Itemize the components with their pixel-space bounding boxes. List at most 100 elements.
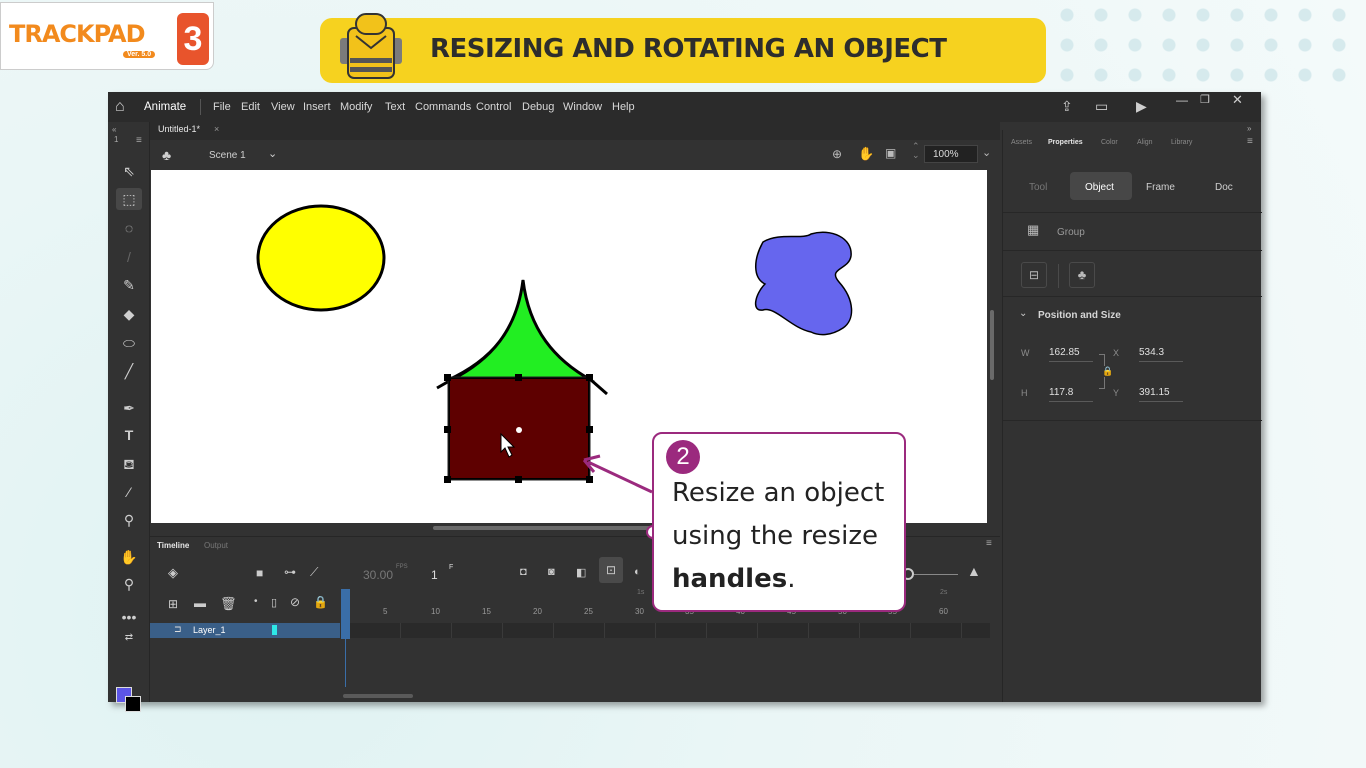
share-icon[interactable]: ⇪ (1061, 98, 1073, 115)
subtab-frame[interactable]: Frame (1146, 182, 1175, 193)
subtab-doc[interactable]: Doc (1215, 182, 1233, 193)
menu-text[interactable]: Text (385, 101, 405, 113)
subtab-object[interactable]: Object (1085, 182, 1114, 193)
fill-color-swatch[interactable] (125, 696, 141, 712)
outline-icon[interactable]: ▯ (271, 596, 277, 609)
convert-to-symbol-icon[interactable]: ♣ (1069, 262, 1095, 288)
layers-icon[interactable]: ◈ (168, 565, 178, 581)
oval-tool-icon[interactable]: ⬭ (116, 332, 142, 354)
frame-value[interactable]: 1 (431, 568, 438, 582)
lock-icon[interactable]: 🔒 (313, 595, 328, 609)
tab-output[interactable]: Output (204, 541, 228, 550)
fps-value[interactable]: 30.00 (363, 568, 393, 582)
highlight-layer-icon[interactable]: • (254, 596, 258, 607)
rotate-stage-icon[interactable]: ✋ (858, 146, 874, 162)
zoom-slider-track[interactable] (914, 574, 958, 575)
minimize-icon[interactable]: — (1176, 93, 1188, 107)
workspace-icon[interactable]: ▭ (1095, 98, 1108, 115)
tab-color[interactable]: Color (1101, 139, 1118, 146)
pen-tool-icon[interactable]: ✒ (116, 397, 142, 419)
menu-help[interactable]: Help (612, 101, 635, 113)
height-field[interactable]: 117.8 (1049, 387, 1093, 402)
tab-untitled-1[interactable]: Untitled-1* (158, 124, 200, 134)
tab-close-icon[interactable]: × (214, 124, 219, 134)
eyedropper-tool-icon[interactable]: ⁄ (116, 481, 142, 503)
layer-row[interactable]: ⊐ Layer_1 (150, 623, 340, 638)
paint-bucket-tool-icon[interactable]: ⛾ (116, 453, 142, 475)
lock-proportions-icon[interactable]: 🔒 (1102, 366, 1113, 377)
x-field[interactable]: 534.3 (1139, 347, 1183, 362)
restore-icon[interactable]: ❐ (1200, 93, 1210, 106)
camera-icon[interactable]: ■ (256, 566, 263, 580)
brand-level: 3 (177, 13, 209, 65)
graph-icon[interactable]: ⟋ (310, 565, 318, 580)
panel-menu-icon[interactable]: ≡ (136, 135, 142, 146)
layer-name[interactable]: Layer_1 (193, 625, 226, 635)
clip-content-icon[interactable]: ▣ (885, 146, 896, 160)
pin-tool-icon[interactable]: ⚲ (116, 509, 142, 531)
delete-layer-icon[interactable]: 🗑 (220, 596, 237, 612)
timeline-menu-icon[interactable]: ≡ (986, 538, 992, 549)
expand-panels-icon[interactable]: » (1247, 124, 1251, 133)
close-icon[interactable]: ✕ (1232, 92, 1243, 108)
playhead-line (345, 597, 346, 687)
break-apart-icon[interactable]: ⊟ (1021, 262, 1047, 288)
line-tool-icon[interactable]: ╱ (116, 360, 142, 382)
menu-modify[interactable]: Modify (340, 101, 372, 113)
brand-version: Ver. 5.0 (123, 51, 156, 58)
zoom-tool-icon[interactable]: ⚲ (116, 573, 142, 595)
menu-file[interactable]: File (213, 101, 231, 113)
onion-skin-icon[interactable]: ⊡ (599, 557, 623, 583)
layer-parenting-icon[interactable]: ⊶ (284, 565, 296, 579)
tab-library[interactable]: Library (1171, 139, 1192, 146)
tab-properties[interactable]: Properties (1048, 139, 1083, 146)
menu-commands[interactable]: Commands (415, 101, 471, 113)
scene-name[interactable]: Scene 1 (209, 150, 246, 161)
text-tool-icon[interactable]: T (116, 424, 142, 446)
chevron-down-icon[interactable]: ⌄ (268, 147, 277, 160)
insert-blank-keyframe-icon[interactable]: ◙ (548, 566, 555, 578)
paint-brush-tool-icon[interactable]: / (116, 246, 142, 268)
zoom-dropdown-icon[interactable]: ⌄ (982, 146, 991, 159)
center-stage-icon[interactable]: ⊕ (832, 147, 842, 161)
new-folder-icon[interactable]: ▬ (194, 596, 206, 610)
y-field[interactable]: 391.15 (1139, 387, 1183, 402)
more-tools-icon[interactable]: ••• (116, 606, 142, 628)
timeline-scrollbar[interactable] (343, 694, 413, 698)
swap-colors-icon[interactable]: ⇄ (116, 627, 142, 649)
panel-menu-icon[interactable]: ≡ (1247, 136, 1253, 147)
zoom-input[interactable]: 100% (924, 145, 978, 163)
insert-frame-icon[interactable]: ◧ (576, 566, 586, 579)
free-transform-tool-icon[interactable]: ⬚ (116, 188, 142, 210)
subtab-tool[interactable]: Tool (1029, 182, 1047, 193)
selection-tool-icon[interactable]: ⇖ (116, 160, 142, 182)
zoom-stepper-icon[interactable]: ⌃ ⌄ (912, 142, 920, 160)
show-hide-icon[interactable]: ⊘ (290, 595, 300, 609)
stage-vscrollbar[interactable] (990, 310, 994, 380)
collapse-toggle[interactable]: « (112, 125, 116, 134)
tab-assets[interactable]: Assets (1011, 139, 1032, 146)
home-icon[interactable]: ⌂ (115, 98, 125, 116)
menu-debug[interactable]: Debug (522, 101, 554, 113)
insert-keyframe-icon[interactable]: ◘ (520, 566, 527, 578)
resize-handle (444, 476, 451, 483)
menu-edit[interactable]: Edit (241, 101, 260, 113)
section-position-size[interactable]: Position and Size (1038, 310, 1121, 321)
layer-frames[interactable] (350, 623, 990, 638)
chevron-down-icon[interactable]: ⌄ (1019, 308, 1027, 319)
mountain-zoom-icon[interactable]: ▲ (967, 563, 981, 579)
edit-multiple-frames-icon[interactable]: ◐ (634, 566, 641, 578)
eraser-tool-icon[interactable]: ◆ (116, 303, 142, 325)
menu-view[interactable]: View (271, 101, 295, 113)
test-movie-icon[interactable]: ▶ (1136, 98, 1147, 115)
menu-control[interactable]: Control (476, 101, 511, 113)
lasso-tool-icon[interactable]: ◌ (116, 217, 142, 239)
menu-window[interactable]: Window (563, 101, 602, 113)
hand-tool-icon[interactable]: ✋ (116, 546, 142, 568)
brush-tool-icon[interactable]: ✎ (116, 274, 142, 296)
tab-align[interactable]: Align (1137, 139, 1153, 146)
width-field[interactable]: 162.85 (1049, 347, 1093, 362)
tab-timeline[interactable]: Timeline (157, 541, 189, 550)
menu-insert[interactable]: Insert (303, 101, 331, 113)
new-layer-icon[interactable]: ⊞ (168, 597, 178, 611)
